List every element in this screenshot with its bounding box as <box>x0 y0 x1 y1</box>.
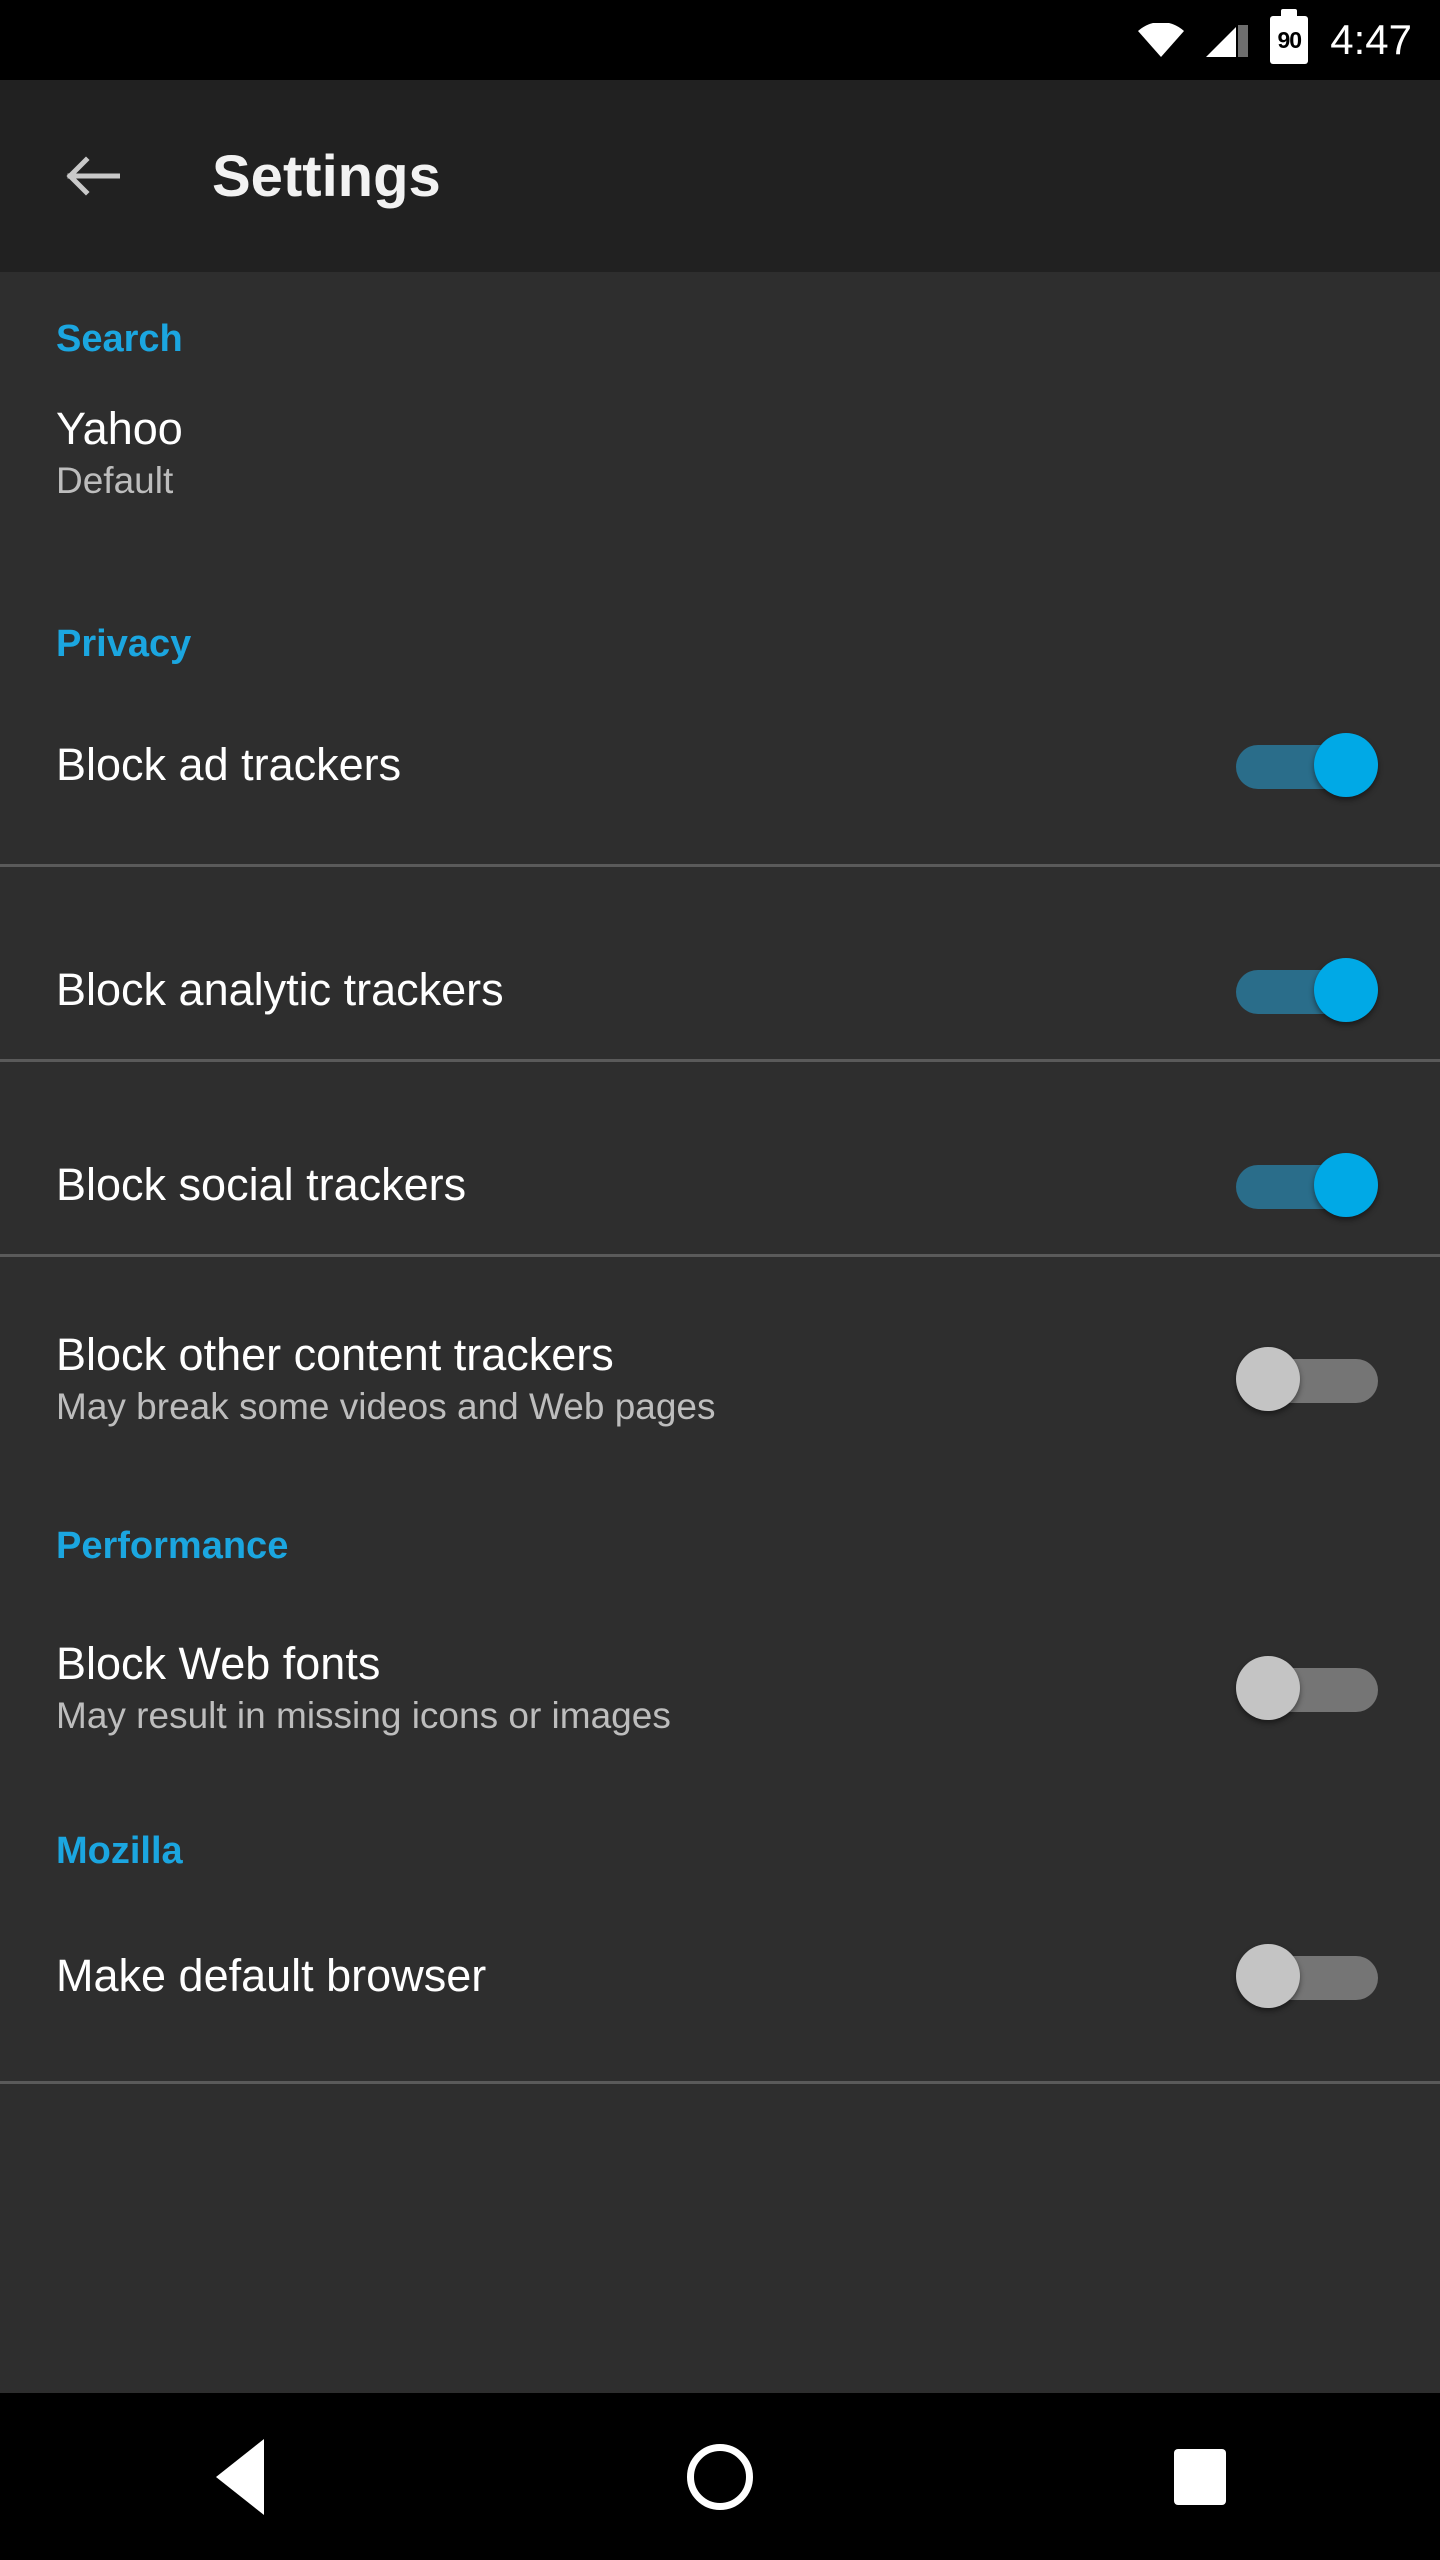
toggle-make-default-browser[interactable] <box>1236 1944 1378 2008</box>
android-navigation-bar <box>0 2393 1440 2560</box>
row-title: Block Web fonts <box>56 1637 381 1689</box>
toggle-thumb <box>1314 733 1378 797</box>
section-privacy: Privacy Block ad trackers Block analytic… <box>0 511 1440 1459</box>
section-header-search: Search <box>56 318 183 360</box>
status-bar: 90 4:47 <box>0 0 1440 80</box>
row-block-other-content-trackers[interactable]: Block other content trackers May break s… <box>0 1299 1440 1459</box>
section-mozilla: Mozilla Make default browser <box>0 1768 1440 2084</box>
settings-list[interactable]: Search Yahoo Default Privacy Block ad tr… <box>0 272 1440 2393</box>
row-block-web-fonts[interactable]: Block Web fonts May result in missing ic… <box>0 1608 1440 1768</box>
row-subtitle: May result in missing icons or images <box>56 1695 671 1737</box>
row-title: Block ad trackers <box>56 739 402 791</box>
toggle-thumb <box>1236 1656 1300 1720</box>
toggle-thumb <box>1314 958 1378 1022</box>
status-bar-clock: 4:47 <box>1330 16 1412 63</box>
toggle-block-ad-trackers[interactable] <box>1236 733 1378 797</box>
toggle-block-social-trackers[interactable] <box>1236 1153 1378 1217</box>
row-search-engine[interactable]: Yahoo Default <box>0 361 1440 511</box>
toggle-thumb <box>1314 1153 1378 1217</box>
nav-recent-apps-square-icon[interactable] <box>960 2393 1440 2560</box>
row-block-ad-trackers[interactable]: Block ad trackers <box>0 704 1440 826</box>
divider <box>0 864 1440 867</box>
divider <box>0 1254 1440 1257</box>
toggle-block-web-fonts[interactable] <box>1236 1656 1378 1720</box>
nav-home-circle-icon[interactable] <box>480 2393 960 2560</box>
row-title: Make default browser <box>56 1950 487 2002</box>
row-block-social-trackers[interactable]: Block social trackers <box>0 1124 1440 1246</box>
cellular-signal-icon <box>1206 23 1249 57</box>
toggle-block-other-content-trackers[interactable] <box>1236 1347 1378 1411</box>
row-subtitle: Default <box>56 460 174 502</box>
phone-screen: 90 4:47 Settings Search Yahoo Default Pr… <box>0 0 1440 2560</box>
battery-level-label: 90 <box>1277 26 1302 53</box>
back-arrow-icon[interactable] <box>64 148 120 204</box>
page-title: Settings <box>212 143 441 209</box>
row-title: Block analytic trackers <box>56 964 504 1016</box>
app-header: Settings <box>0 80 1440 272</box>
row-title: Yahoo <box>56 403 183 454</box>
divider <box>0 1059 1440 1062</box>
divider <box>0 2081 1440 2084</box>
row-title: Block other content trackers <box>56 1328 614 1380</box>
section-search: Search Yahoo Default <box>0 272 1440 511</box>
row-make-default-browser[interactable]: Make default browser <box>0 1915 1440 2037</box>
row-subtitle: May break some videos and Web pages <box>56 1386 716 1428</box>
toggle-thumb <box>1236 1347 1300 1411</box>
wifi-icon <box>1138 23 1185 57</box>
battery-icon: 90 <box>1270 9 1309 64</box>
section-header-mozilla: Mozilla <box>56 1830 183 1872</box>
nav-back-triangle-icon[interactable] <box>0 2393 480 2560</box>
toggle-block-analytic-trackers[interactable] <box>1236 958 1378 1022</box>
section-performance: Performance Block Web fonts May result i… <box>0 1459 1440 1768</box>
row-block-analytic-trackers[interactable]: Block analytic trackers <box>0 929 1440 1051</box>
row-title: Block social trackers <box>56 1159 467 1211</box>
section-header-performance: Performance <box>56 1525 289 1567</box>
toggle-thumb <box>1236 1944 1300 2008</box>
section-header-privacy: Privacy <box>56 623 192 665</box>
